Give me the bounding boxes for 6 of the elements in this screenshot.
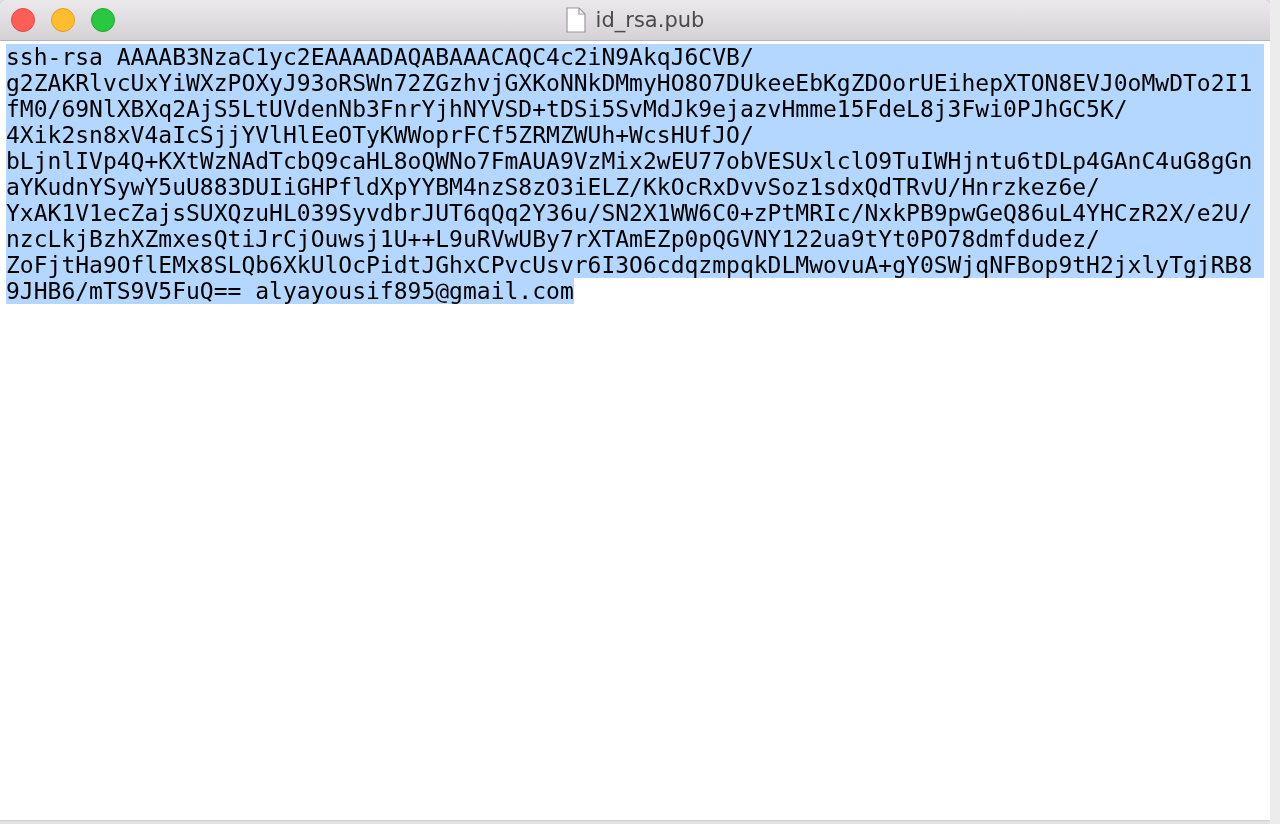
document-icon [565,7,586,33]
file-text[interactable]: ssh-rsa AAAAB3NzaC1yc2EAAAADAQABAAACAQC4c2iN9AkqJ6CVB/ g2ZAKRlvcUxYiWXzPOXyJ93oRSWn72ZGzhvjGXKoNNkDMmyHO8O7DUkeeEbKgZDOorUEihepXTON8EVJ0oMwDTo2I1 fM0/69NlXBXq2AjS5LtUVdenNb3FnrYjhNYVSD+tDSi5SvMdJk9ejazvHmme15FdeL8j3Fwi0PJhGC5K/ 4Xik2sn8xV4aIcSjjYVlHlEeOTyKWWoprFCf5ZRMZWUh+WcsHUfJO/ bLjnlIVp4Q+KXtWzNAdTcbQ9caHL8oQWNo7FmAUA9VzMix2wEU77obVESUxlclO9TuIWHjntu6tDLp4GAnC4uG8gGn aYKudnYSywY5uU883DUIiGHPfldXpYYBM4nzS8zO3iELZ/KkOcRxDvvSoz1sdxQdTRvU/Hnrzkez6e/ YxAK1V1ecZajsSUXQzuHL039SyvdbrJUT6qQq2Y36u/SN2X1WW6C0+zPtMRIc/NxkPB9pwGeQ86uL4YHCzR2X/e2U/ nzcLkjBzhXZmxesQtiJrCjOuwsj1U++L9uRVwUBy7rXTAmEZp0pQGVNY122ua9tYt0PO78dmfdudez/ ZoFjtHa9OflEMx8SLQb6XkUlOcPidtJGhxCPvcUsvr6I3O6cdqzmpqkDLMwovuA+gY0SWjqNFBop9tH2jxlyTgjRB8 9JHB6/mTS9V5FuQ== alyayousif895@gmail.com [6,44,1270,304]
window-title: id_rsa.pub [595,8,705,32]
minimize-button[interactable] [51,8,75,32]
zoom-button[interactable] [91,8,115,32]
close-button[interactable] [11,8,35,32]
